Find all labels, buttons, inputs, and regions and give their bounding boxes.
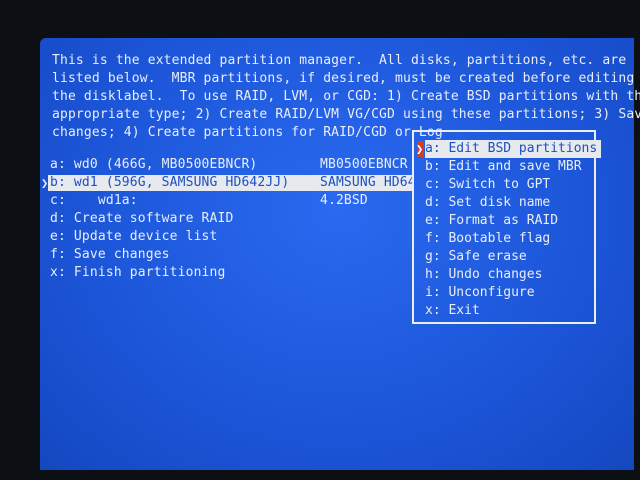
menu-item-edit-bsd[interactable]: a: Edit BSD partitions xyxy=(425,140,602,158)
menu-item-safe-erase[interactable]: g: Safe erase xyxy=(425,248,527,266)
menu-item-undo[interactable]: h: Undo changes xyxy=(425,266,542,284)
disk-action-menu: ❯ a: Edit BSD partitions b: Edit and sav… xyxy=(412,130,602,324)
menu-item-edit-mbr[interactable]: b: Edit and save MBR xyxy=(425,158,582,176)
list-item-type: MB0500EBNCR xyxy=(320,157,408,172)
menu-item-format-raid[interactable]: e: Format as RAID xyxy=(425,212,558,230)
intro-line: the disklabel. To use RAID, LVM, or CGD:… xyxy=(52,89,640,104)
list-item-finish[interactable]: x: Finish partitioning xyxy=(50,264,226,282)
list-item-type: SAMSUNG HD64 xyxy=(320,175,416,190)
intro-line: changes; 4) Create partitions for RAID/C… xyxy=(52,125,443,140)
list-item-wd1a[interactable]: c: wd1a: xyxy=(50,192,138,210)
list-item-wd1[interactable]: b: wd1 (596G, SAMSUNG HD642JJ) xyxy=(50,174,289,192)
menu-item-set-name[interactable]: d: Set disk name xyxy=(425,194,550,212)
list-item-type: 4.2BSD xyxy=(320,193,368,208)
intro-line: appropriate type; 2) Create RAID/LVM VG/… xyxy=(52,107,640,122)
terminal-screen: This is the extended partition manager. … xyxy=(40,38,640,470)
menu-arrow-icon: ❯ xyxy=(416,142,424,156)
menu-item-switch-gpt[interactable]: c: Switch to GPT xyxy=(425,176,550,194)
menu-item-exit[interactable]: x: Exit xyxy=(425,302,480,320)
selection-arrow-icon: ❯ xyxy=(41,176,49,190)
menu-item-bootable[interactable]: f: Bootable flag xyxy=(425,230,550,248)
list-item-create-raid[interactable]: d: Create software RAID xyxy=(50,210,233,228)
menu-item-unconfigure[interactable]: i: Unconfigure xyxy=(425,284,535,302)
intro-line: listed below. MBR partitions, if desired… xyxy=(52,71,635,86)
list-item-update-devices[interactable]: e: Update device list xyxy=(50,228,218,246)
list-item-wd0[interactable]: a: wd0 (466G, MB0500EBNCR) xyxy=(50,156,257,174)
list-item-save-changes[interactable]: f: Save changes xyxy=(50,246,170,264)
intro-line: This is the extended partition manager. … xyxy=(52,53,627,68)
